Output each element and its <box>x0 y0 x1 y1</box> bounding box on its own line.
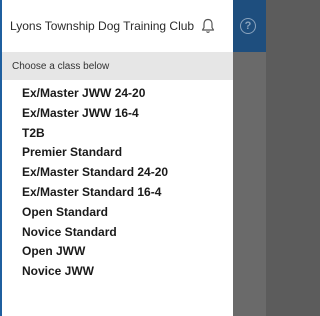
class-item[interactable]: Open Standard <box>2 203 233 223</box>
class-item[interactable]: Ex/Master JWW 24-20 <box>2 84 233 104</box>
class-item[interactable]: Ex/Master Standard 16-4 <box>2 183 233 203</box>
class-item[interactable]: Premier Standard <box>2 143 233 163</box>
drawer-subheader: Choose a class below <box>2 52 233 80</box>
help-icon[interactable]: ? <box>240 18 256 34</box>
class-drawer: Lyons Township Dog Training Club Choose … <box>0 0 233 316</box>
bell-icon[interactable] <box>201 18 215 34</box>
app-title: Lyons Township Dog Training Club <box>10 19 195 33</box>
class-list: Ex/Master JWW 24-20 Ex/Master JWW 16-4 T… <box>2 84 233 282</box>
class-item[interactable]: Open JWW <box>2 242 233 262</box>
class-item[interactable]: T2B <box>2 124 233 144</box>
class-item[interactable]: Ex/Master Standard 24-20 <box>2 163 233 183</box>
drawer-scrim[interactable] <box>233 52 266 316</box>
class-item[interactable]: Novice JWW <box>2 262 233 282</box>
class-item[interactable]: Novice Standard <box>2 223 233 243</box>
drawer-header: Lyons Township Dog Training Club <box>2 0 233 52</box>
class-item[interactable]: Ex/Master JWW 16-4 <box>2 104 233 124</box>
